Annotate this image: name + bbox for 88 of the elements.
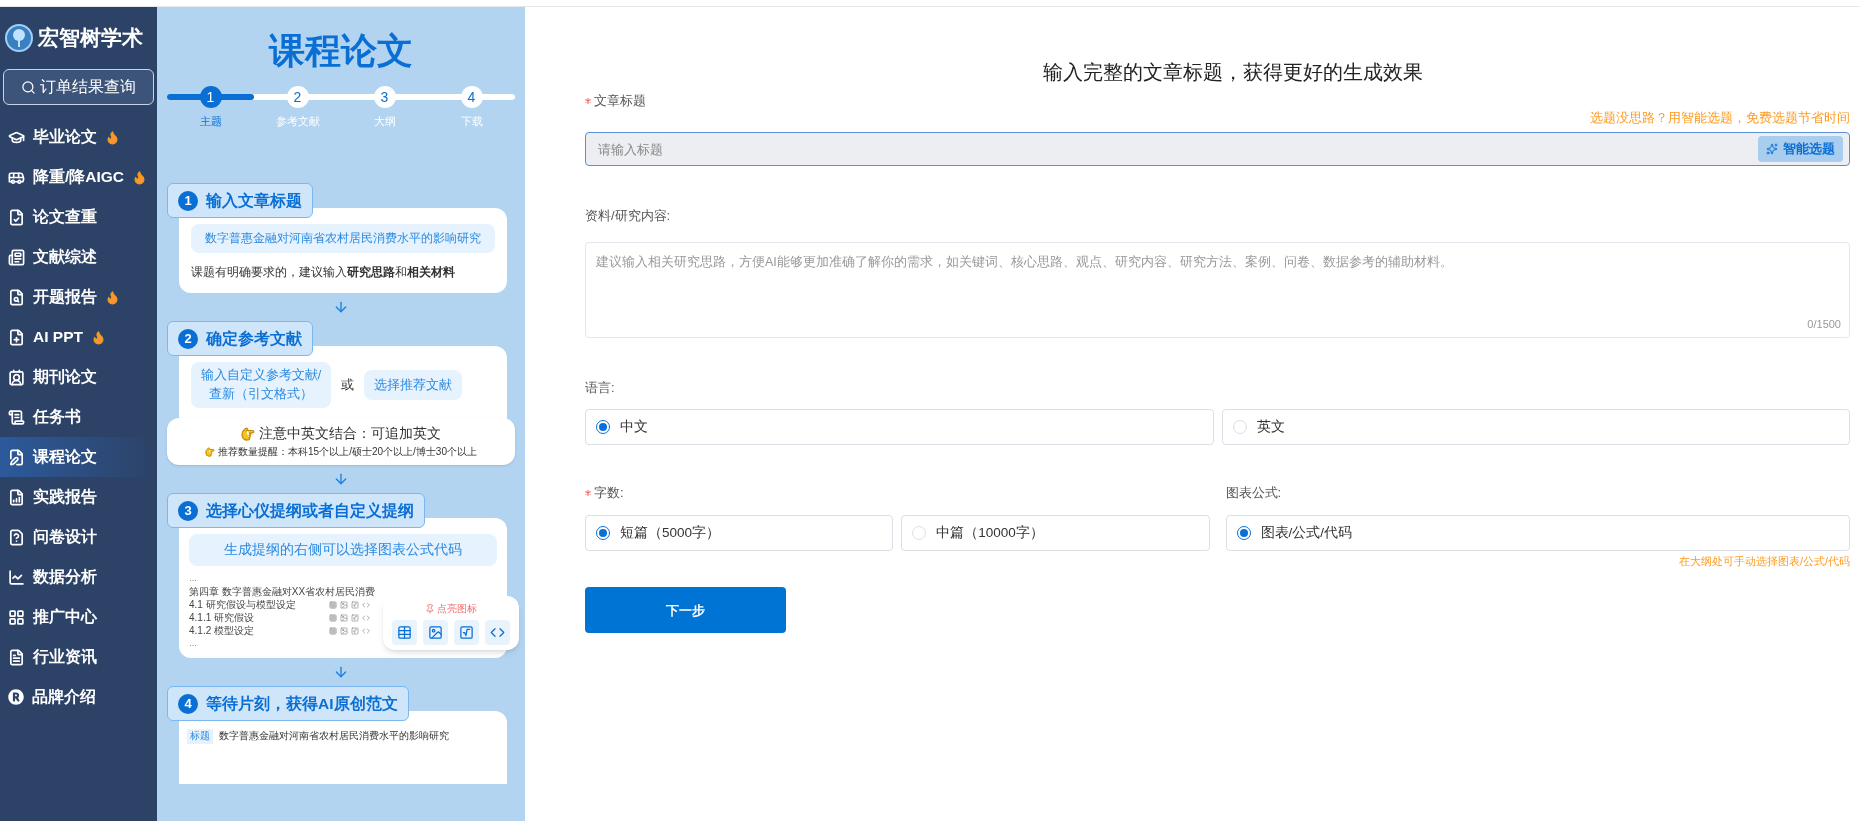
nav-icon: [8, 488, 25, 506]
nav-icon: [8, 448, 25, 466]
radio-option[interactable]: 英文: [1221, 409, 1850, 446]
step-number: 2: [178, 328, 198, 349]
nav-item[interactable]: 行业资讯: [0, 637, 157, 677]
tool-icon: [454, 620, 479, 645]
nav-item[interactable]: 毕业论文: [0, 117, 157, 157]
step-label: 下载: [460, 114, 483, 129]
field-label: 资料/研究内容:: [585, 207, 671, 226]
popup-title: 点亮图标: [437, 602, 477, 616]
nav-icon: [8, 648, 25, 666]
nav-icon: [8, 608, 25, 626]
field-label: 语言:: [585, 378, 615, 397]
step-number: 3: [178, 500, 198, 521]
nav-icon: [8, 528, 25, 546]
or-text: 或: [341, 376, 354, 395]
outline-line: 第四章 数字普惠金融对XX省农村居民消费: [189, 585, 376, 599]
registered-icon: [8, 689, 24, 705]
form-heading: 输入完整的文章标题，获得更好的生成效果: [1042, 60, 1423, 85]
nav-item[interactable]: 任务书: [0, 397, 157, 437]
tool-icon: [392, 620, 417, 645]
field-label: 字数:: [594, 484, 624, 503]
pointing-hand-icon: [205, 446, 216, 457]
chart-note: 在大纲处可手动选择图表/公式/代码: [1678, 553, 1850, 569]
tool-icon: [485, 620, 510, 645]
outline-tool-icons: [329, 600, 370, 609]
pin-icon: [425, 603, 435, 614]
outline-line: 4.1.1 研究假设: [189, 611, 256, 625]
outline-tip: 生成提纲的右侧可以选择图表公式代码: [189, 534, 497, 567]
title-tag: 标题: [187, 729, 213, 744]
nav-item[interactable]: 论文查重: [0, 197, 157, 237]
outline-line: …: [189, 572, 197, 585]
outline-line: 4.1.2 模型设定: [189, 624, 256, 639]
step-label: 大纲: [373, 114, 396, 129]
nav-item[interactable]: 文献综述: [0, 237, 157, 277]
step-title: 输入文章标题: [206, 190, 302, 211]
field-label: 文章标题: [594, 92, 646, 110]
outline-tool-icons: [329, 613, 370, 622]
outline-tool-icons: [329, 626, 370, 635]
char-counter: 0/1500: [1807, 317, 1841, 333]
pointing-hand-icon: [241, 426, 255, 441]
search-icon: [21, 79, 36, 95]
nav-item[interactable]: 开题报告: [0, 277, 157, 317]
nav-icon: [8, 288, 25, 306]
nav-item[interactable]: 实践报告: [0, 477, 157, 517]
sparkle-icon: [1766, 143, 1778, 156]
outline-line: …: [189, 637, 197, 650]
guide-title: 课程论文: [269, 29, 413, 73]
nav-item[interactable]: AI PPT: [0, 317, 157, 357]
tree-logo-icon: [4, 23, 34, 53]
radio-option[interactable]: 中篇（10000字）: [901, 514, 1210, 551]
nav-item[interactable]: 期刊论文: [0, 357, 157, 397]
nav-item[interactable]: 问卷设计: [0, 517, 157, 557]
radio-option[interactable]: 短篇（5000字）: [585, 514, 894, 551]
tool-icon: [423, 620, 448, 645]
step-number: 4: [178, 693, 198, 714]
sample-title: 数字普惠金融对河南省农村居民消费水平的影响研究: [219, 729, 449, 744]
nav-item[interactable]: 降重/降AIGC: [0, 157, 157, 197]
recommended-reference-option: 选择推荐文献: [364, 369, 462, 401]
down-arrow-icon: [333, 471, 349, 487]
tip-title: 注意中英文结合：可追加英文: [259, 424, 441, 443]
custom-reference-option: 输入自定义参考文献/查新（引文格式）: [191, 362, 331, 408]
example-title: 数字普惠金融对河南省农村居民消费水平的影响研究: [191, 224, 495, 254]
nav-item[interactable]: 推广中心: [0, 597, 157, 637]
form-hint: 选题没思路？用智能选题，免费选题节省时间: [1590, 109, 1850, 127]
step-title: 选择心仪提纲或者自定义提纲: [206, 500, 414, 521]
radio-option[interactable]: 图表/公式/代码: [1225, 514, 1850, 551]
nav-item[interactable]: 数据分析: [0, 557, 157, 597]
radio-option[interactable]: 中文: [585, 409, 1214, 446]
outline-line: 4.1 研究假设与模型设定: [189, 598, 297, 612]
next-step-button[interactable]: 下一步: [585, 587, 786, 634]
step-title: 等待片刻，获得AI原创范文: [206, 694, 398, 715]
step-number: 1: [178, 190, 198, 211]
nav-icon: [8, 208, 25, 226]
step-title: 确定参考文献: [206, 329, 302, 350]
step-label: 主题: [199, 114, 222, 129]
nav-icon: [8, 408, 25, 426]
nav-icon: [8, 368, 25, 386]
brand-name: 宏智树学术: [38, 25, 143, 52]
order-query-button[interactable]: 订单结果查询: [3, 69, 154, 105]
step-label: 参考文献: [275, 114, 320, 129]
nav-icon: [8, 328, 25, 346]
tip-note: 推荐数量提醒：本科15个以上/硕士20个以上/博士30个以上: [218, 445, 477, 459]
nav-icon: [8, 248, 25, 266]
guide-note: 课题有明确要求的，建议输入研究思路和相关材料: [191, 264, 456, 282]
nav-icon: [8, 568, 25, 586]
nav-item[interactable]: 品牌介绍: [0, 677, 157, 717]
field-label: 图表公式:: [1225, 484, 1282, 503]
